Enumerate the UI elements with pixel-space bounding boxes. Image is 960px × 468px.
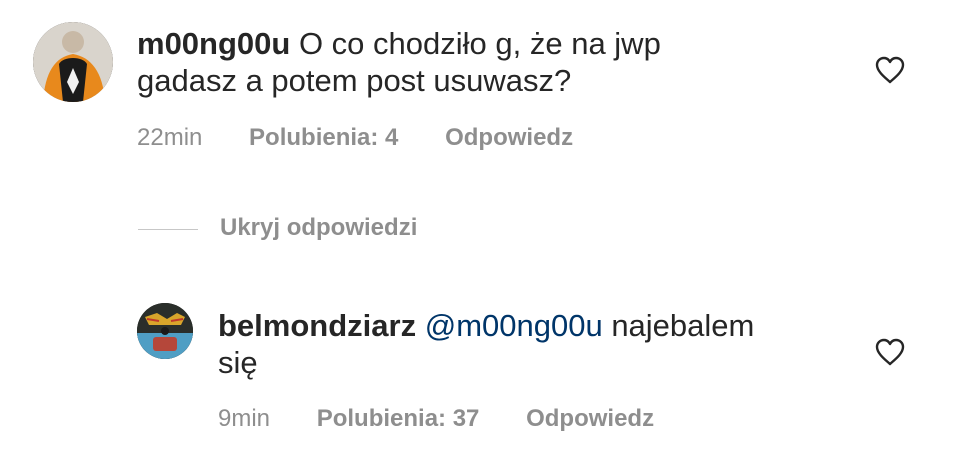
likes-count-link[interactable]: Polubienia: 4 (249, 124, 398, 151)
comment-text: belmondziarz @m00ng00u najebalem się (218, 307, 838, 381)
reply-button[interactable]: Odpowiedz (526, 405, 654, 432)
comment-body-line2: gadasz a potem post usuwasz? (137, 63, 572, 98)
avatar[interactable] (137, 303, 193, 359)
heart-outline-icon (875, 56, 905, 84)
likes-count-link[interactable]: Polubienia: 37 (317, 405, 480, 432)
comment-time: 22min (137, 124, 203, 151)
comment-meta: 9min Polubienia: 37 Odpowiedz (218, 405, 654, 433)
hide-replies-button[interactable]: Ukryj odpowiedzi (220, 214, 417, 242)
mention-link[interactable]: @m00ng00u (425, 308, 603, 343)
reply-button[interactable]: Odpowiedz (445, 124, 573, 151)
comment-text: m00ng00u O co chodziło g, że na jwp gada… (137, 25, 817, 99)
like-button[interactable] (875, 338, 905, 366)
comment-body: O co chodziło g, że na jwp (290, 26, 661, 61)
user-avatar-icon (33, 22, 113, 102)
avatar[interactable] (33, 22, 113, 102)
heart-outline-icon (875, 338, 905, 366)
user-avatar-icon (137, 303, 193, 359)
comment-time: 9min (218, 405, 271, 432)
replies-divider (138, 229, 198, 230)
comment-body: najebalem (602, 308, 755, 343)
comment-meta: 22min Polubienia: 4 Odpowiedz (137, 124, 573, 152)
comment-username[interactable]: m00ng00u (137, 26, 290, 61)
comment-body-line2: się (218, 345, 258, 380)
like-button[interactable] (875, 56, 905, 84)
comment-username[interactable]: belmondziarz (218, 308, 416, 343)
